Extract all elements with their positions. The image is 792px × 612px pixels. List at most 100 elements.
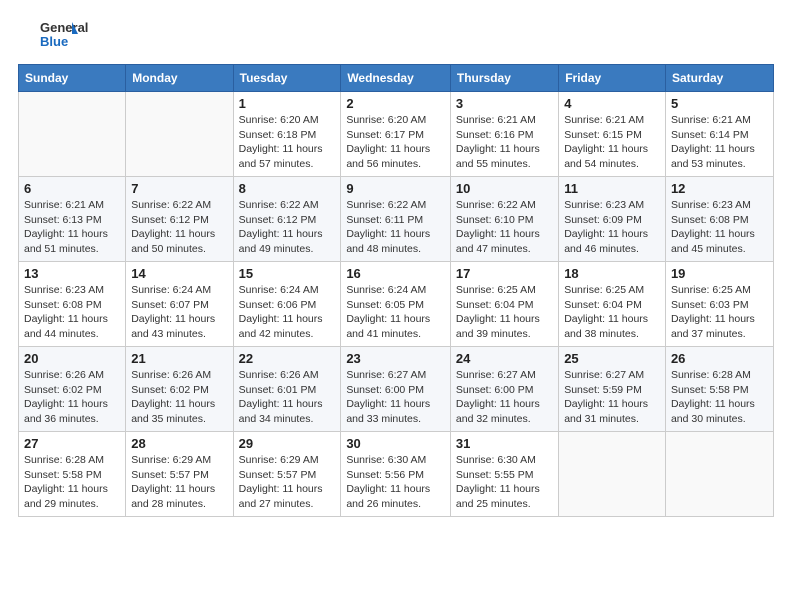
week-row-2: 6 Sunrise: 6:21 AMSunset: 6:13 PMDaylight…	[19, 177, 774, 262]
day-cell	[559, 432, 666, 517]
svg-text:Blue: Blue	[40, 34, 68, 49]
page: General Blue SundayMondayTuesdayWednesda…	[0, 0, 792, 612]
day-info: Sunrise: 6:25 AMSunset: 6:04 PMDaylight:…	[456, 283, 553, 342]
day-cell: 13Sunrise: 6:23 AMSunset: 6:08 PMDayligh…	[19, 262, 126, 347]
day-cell: 14 Sunrise: 6:24 AMSunset: 6:07 PMDayligh…	[126, 262, 233, 347]
logo-icon: General Blue	[18, 14, 98, 54]
day-number: 15	[239, 266, 336, 281]
day-info: Sunrise: 6:22 AMSunset: 6:12 PMDaylight:…	[131, 198, 227, 257]
day-number: 11	[564, 181, 660, 196]
day-info: Sunrise: 6:30 AMSunset: 5:56 PMDaylight:…	[346, 453, 445, 512]
day-number: 16	[346, 266, 445, 281]
day-info: Sunrise: 6:30 AMSunset: 5:55 PMDaylight:…	[456, 453, 553, 512]
weekday-header-thursday: Thursday	[450, 65, 558, 92]
day-cell: 19 Sunrise: 6:25 AMSunset: 6:03 PMDayligh…	[665, 262, 773, 347]
day-number: 29	[239, 436, 336, 451]
day-info: Sunrise: 6:22 AMSunset: 6:10 PMDaylight:…	[456, 198, 553, 257]
day-info: Sunrise: 6:23 AMSunset: 6:08 PMDaylight:…	[24, 283, 120, 342]
day-info: Sunrise: 6:26 AMSunset: 6:02 PMDaylight:…	[24, 368, 120, 427]
day-info: Sunrise: 6:29 AMSunset: 5:57 PMDaylight:…	[239, 453, 336, 512]
week-row-5: 27 Sunrise: 6:28 AMSunset: 5:58 PMDayligh…	[19, 432, 774, 517]
day-number: 27	[24, 436, 120, 451]
svg-text:General: General	[40, 20, 88, 35]
weekday-header-tuesday: Tuesday	[233, 65, 341, 92]
day-number: 22	[239, 351, 336, 366]
day-number: 24	[456, 351, 553, 366]
day-number: 4	[564, 96, 660, 111]
day-cell: 3Sunrise: 6:21 AMSunset: 6:16 PMDaylight…	[450, 92, 558, 177]
day-info: Sunrise: 6:27 AMSunset: 6:00 PMDaylight:…	[456, 368, 553, 427]
day-cell: 20 Sunrise: 6:26 AMSunset: 6:02 PMDayligh…	[19, 347, 126, 432]
day-cell: 30 Sunrise: 6:30 AMSunset: 5:56 PMDayligh…	[341, 432, 451, 517]
logo: General Blue	[18, 14, 98, 54]
day-number: 19	[671, 266, 768, 281]
day-cell: 16 Sunrise: 6:24 AMSunset: 6:05 PMDayligh…	[341, 262, 451, 347]
calendar-table: SundayMondayTuesdayWednesdayThursdayFrid…	[18, 64, 774, 517]
day-cell: 24 Sunrise: 6:27 AMSunset: 6:00 PMDayligh…	[450, 347, 558, 432]
day-cell: 6 Sunrise: 6:21 AMSunset: 6:13 PMDaylight…	[19, 177, 126, 262]
day-cell: 10 Sunrise: 6:22 AMSunset: 6:10 PMDayligh…	[450, 177, 558, 262]
day-info: Sunrise: 6:21 AMSunset: 6:15 PMDaylight:…	[564, 113, 660, 172]
day-info: Sunrise: 6:23 AMSunset: 6:09 PMDaylight:…	[564, 198, 660, 257]
day-cell: 4 Sunrise: 6:21 AMSunset: 6:15 PMDaylight…	[559, 92, 666, 177]
day-info: Sunrise: 6:23 AMSunset: 6:08 PMDaylight:…	[671, 198, 768, 257]
day-number: 30	[346, 436, 445, 451]
day-number: 21	[131, 351, 227, 366]
day-info: Sunrise: 6:20 AMSunset: 6:18 PMDaylight:…	[239, 113, 336, 172]
day-info: Sunrise: 6:28 AMSunset: 5:58 PMDaylight:…	[24, 453, 120, 512]
day-number: 23	[346, 351, 445, 366]
day-info: Sunrise: 6:26 AMSunset: 6:01 PMDaylight:…	[239, 368, 336, 427]
weekday-header-sunday: Sunday	[19, 65, 126, 92]
day-cell: 27 Sunrise: 6:28 AMSunset: 5:58 PMDayligh…	[19, 432, 126, 517]
day-number: 28	[131, 436, 227, 451]
day-number: 6	[24, 181, 120, 196]
day-info: Sunrise: 6:25 AMSunset: 6:03 PMDaylight:…	[671, 283, 768, 342]
day-number: 20	[24, 351, 120, 366]
day-number: 18	[564, 266, 660, 281]
day-number: 31	[456, 436, 553, 451]
day-cell: 22 Sunrise: 6:26 AMSunset: 6:01 PMDayligh…	[233, 347, 341, 432]
day-cell: 8Sunrise: 6:22 AMSunset: 6:12 PMDaylight…	[233, 177, 341, 262]
day-number: 12	[671, 181, 768, 196]
day-info: Sunrise: 6:24 AMSunset: 6:06 PMDaylight:…	[239, 283, 336, 342]
day-cell: 1 Sunrise: 6:20 AMSunset: 6:18 PMDaylight…	[233, 92, 341, 177]
day-cell: 17Sunrise: 6:25 AMSunset: 6:04 PMDayligh…	[450, 262, 558, 347]
day-number: 8	[239, 181, 336, 196]
day-info: Sunrise: 6:22 AMSunset: 6:11 PMDaylight:…	[346, 198, 445, 257]
day-cell: 18 Sunrise: 6:25 AMSunset: 6:04 PMDayligh…	[559, 262, 666, 347]
week-row-1: 1 Sunrise: 6:20 AMSunset: 6:18 PMDaylight…	[19, 92, 774, 177]
day-number: 14	[131, 266, 227, 281]
day-info: Sunrise: 6:29 AMSunset: 5:57 PMDaylight:…	[131, 453, 227, 512]
day-number: 25	[564, 351, 660, 366]
day-cell: 23Sunrise: 6:27 AMSunset: 6:00 PMDayligh…	[341, 347, 451, 432]
week-row-3: 13Sunrise: 6:23 AMSunset: 6:08 PMDayligh…	[19, 262, 774, 347]
weekday-header-friday: Friday	[559, 65, 666, 92]
day-cell: 12 Sunrise: 6:23 AMSunset: 6:08 PMDayligh…	[665, 177, 773, 262]
header: General Blue	[18, 14, 774, 54]
day-cell: 29 Sunrise: 6:29 AMSunset: 5:57 PMDayligh…	[233, 432, 341, 517]
day-info: Sunrise: 6:26 AMSunset: 6:02 PMDaylight:…	[131, 368, 227, 427]
day-cell: 7 Sunrise: 6:22 AMSunset: 6:12 PMDaylight…	[126, 177, 233, 262]
day-number: 5	[671, 96, 768, 111]
day-cell	[665, 432, 773, 517]
day-info: Sunrise: 6:24 AMSunset: 6:07 PMDaylight:…	[131, 283, 227, 342]
day-number: 7	[131, 181, 227, 196]
day-number: 10	[456, 181, 553, 196]
weekday-header-monday: Monday	[126, 65, 233, 92]
day-cell: 11 Sunrise: 6:23 AMSunset: 6:09 PMDayligh…	[559, 177, 666, 262]
day-cell	[19, 92, 126, 177]
week-row-4: 20 Sunrise: 6:26 AMSunset: 6:02 PMDayligh…	[19, 347, 774, 432]
day-cell: 2Sunrise: 6:20 AMSunset: 6:17 PMDaylight…	[341, 92, 451, 177]
day-info: Sunrise: 6:21 AMSunset: 6:13 PMDaylight:…	[24, 198, 120, 257]
day-info: Sunrise: 6:25 AMSunset: 6:04 PMDaylight:…	[564, 283, 660, 342]
day-number: 3	[456, 96, 553, 111]
day-cell: 31 Sunrise: 6:30 AMSunset: 5:55 PMDayligh…	[450, 432, 558, 517]
day-number: 1	[239, 96, 336, 111]
day-cell: 28 Sunrise: 6:29 AMSunset: 5:57 PMDayligh…	[126, 432, 233, 517]
day-cell: 25 Sunrise: 6:27 AMSunset: 5:59 PMDayligh…	[559, 347, 666, 432]
day-number: 26	[671, 351, 768, 366]
day-info: Sunrise: 6:27 AMSunset: 5:59 PMDaylight:…	[564, 368, 660, 427]
day-info: Sunrise: 6:28 AMSunset: 5:58 PMDaylight:…	[671, 368, 768, 427]
day-info: Sunrise: 6:24 AMSunset: 6:05 PMDaylight:…	[346, 283, 445, 342]
day-info: Sunrise: 6:21 AMSunset: 6:14 PMDaylight:…	[671, 113, 768, 172]
